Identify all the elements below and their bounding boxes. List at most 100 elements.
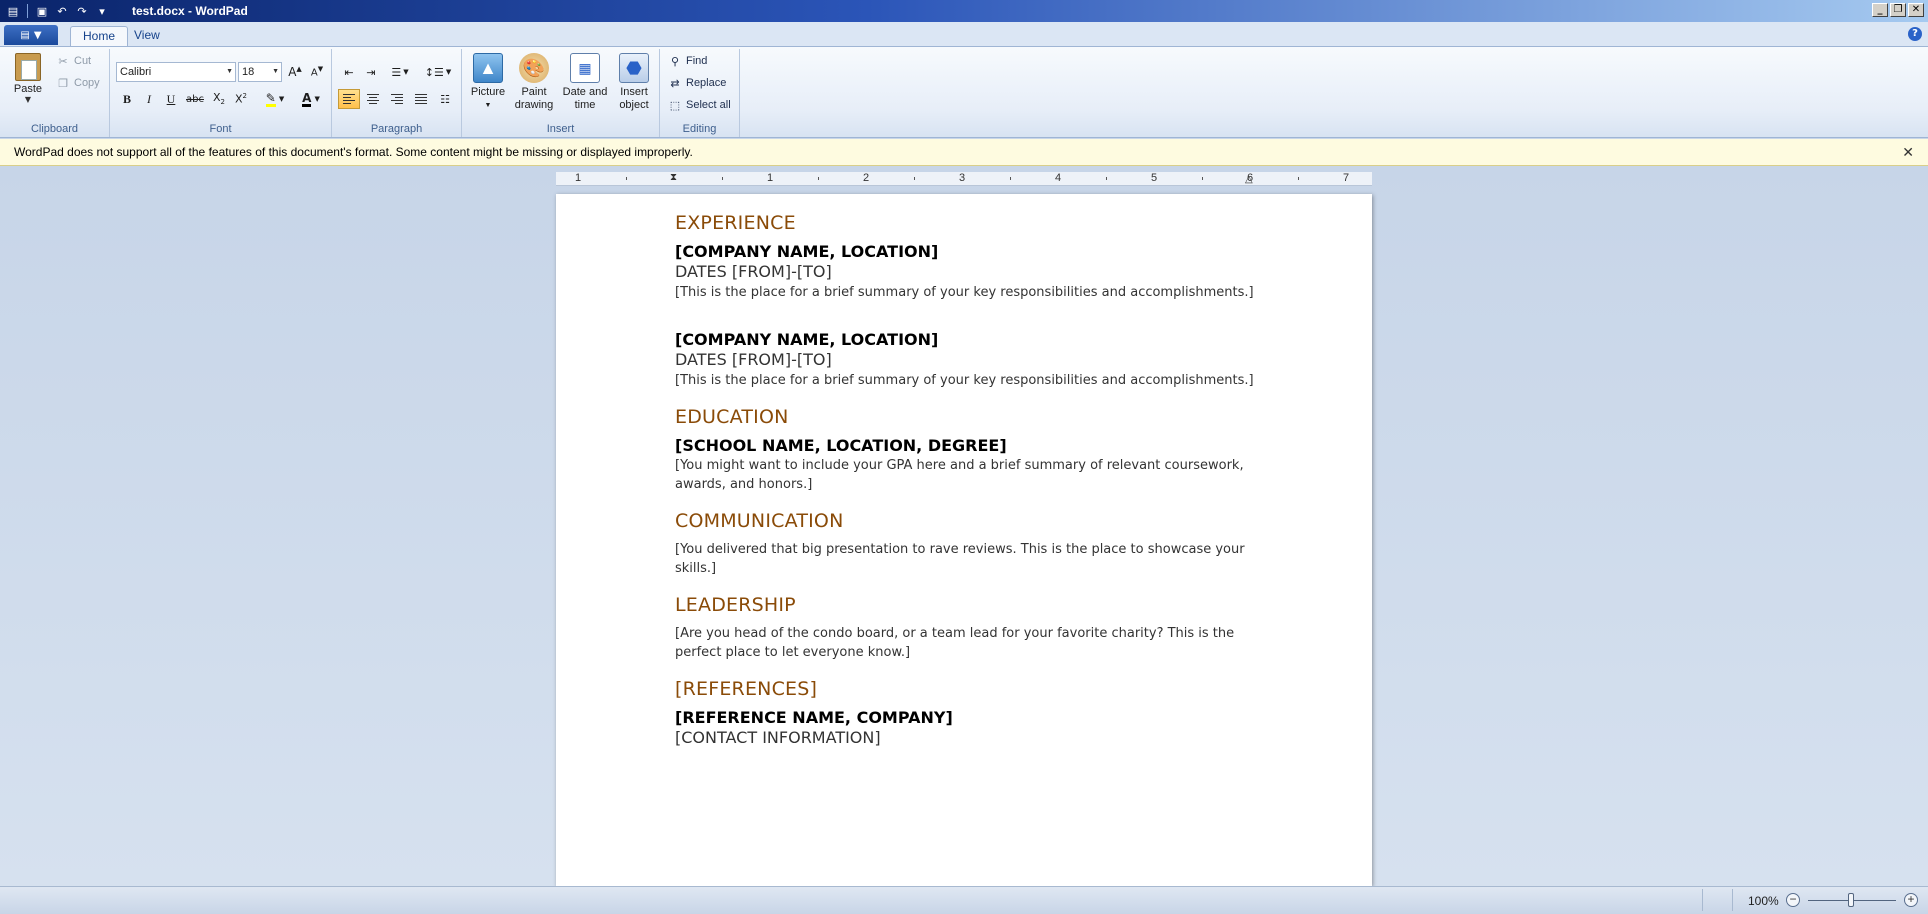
replace-button[interactable]: ⇄ Replace (668, 77, 727, 90)
close-icon[interactable]: ✕ (1902, 139, 1914, 166)
bullets-button[interactable]: ☰ ▼ (384, 62, 416, 82)
close-button[interactable]: ✕ (1908, 3, 1924, 17)
increase-indent-button[interactable]: ⇥ (360, 62, 382, 82)
job1-summary: [This is the place for a brief summary o… (675, 285, 1254, 300)
italic-icon: I (147, 91, 151, 106)
decrease-indent-button[interactable]: ⇤ (338, 62, 360, 82)
font-size-select[interactable]: 18 ▼ (238, 62, 282, 82)
title-bar: ▤ ▣ ↶ ↷ ▾ test.docx - WordPad _ ❐ ✕ (0, 0, 1928, 22)
align-left-icon (343, 94, 355, 104)
copy-button[interactable]: ❐ Copy (56, 77, 100, 90)
cut-label: Cut (74, 55, 92, 67)
bold-button[interactable]: B (116, 89, 138, 109)
job2-summary: [This is the place for a brief summary o… (675, 373, 1254, 388)
job2-dates: DATES [FROM]-[TO] (675, 350, 832, 369)
subscript-icon: X2 (212, 91, 225, 107)
ruler[interactable]: 1 1 2 3 4 5 6 7 ⧗ △ (556, 172, 1372, 186)
date-time-button[interactable]: ▦ Date and time (560, 53, 610, 112)
select-all-label: Select all (686, 99, 731, 111)
picture-button[interactable]: ▲ Picture ▼ (470, 53, 506, 112)
text-color-icon: A (302, 90, 312, 107)
document-content[interactable]: EXPERIENCE [COMPANY NAME, LOCATION] DATE… (675, 212, 1275, 749)
paragraph-icon: ☷ (440, 92, 450, 106)
cut-button[interactable]: ✂ Cut (56, 55, 92, 68)
ruler-number: 5 (1150, 172, 1158, 184)
replace-label: Replace (686, 77, 727, 89)
job1-title: [COMPANY NAME, LOCATION] (675, 242, 939, 261)
redo-icon[interactable]: ↷ (73, 3, 91, 19)
grow-font-button[interactable]: A▲ (284, 62, 306, 82)
experience-heading: EXPERIENCE (675, 212, 796, 234)
subscript-button[interactable]: X2 (208, 89, 230, 109)
job2-title: [COMPANY NAME, LOCATION] (675, 330, 939, 349)
paragraph-group: ⇤ ⇥ ☰ ▼ ↕☰ ▼ ☷ Paragraph (332, 49, 462, 137)
copy-label: Copy (74, 77, 100, 89)
ruler-tick (626, 177, 627, 180)
highlighter-icon: ✎ (265, 90, 276, 107)
tab-view[interactable]: View (122, 26, 172, 46)
text-color-button[interactable]: A ▼ (294, 89, 328, 109)
italic-button[interactable]: I (138, 89, 160, 109)
ruler-tick (1010, 177, 1011, 180)
align-center-button[interactable] (362, 89, 384, 109)
ruler-tick (1298, 177, 1299, 180)
ribbon-tabs: ▤ ▼ Home View ? (0, 22, 1928, 46)
shrink-font-button[interactable]: A▼ (306, 62, 328, 82)
font-family-select[interactable]: Calibri ▼ (116, 62, 236, 82)
superscript-icon: X2 (234, 92, 247, 106)
references-heading: [REFERENCES] (675, 678, 818, 700)
paste-button[interactable]: Paste ▼ (10, 53, 46, 104)
zoom-in-icon[interactable]: + (1904, 893, 1918, 907)
select-all-icon: ⬚ (669, 99, 681, 112)
undo-icon[interactable]: ↶ (53, 3, 71, 19)
align-left-button[interactable] (338, 89, 360, 109)
justify-button[interactable] (410, 89, 432, 109)
quick-access-toolbar: ▤ ▣ ↶ ↷ ▾ (4, 3, 111, 19)
find-button[interactable]: ⚲ Find (668, 55, 707, 68)
zoom-slider-thumb[interactable] (1848, 893, 1854, 907)
restore-button[interactable]: ❐ (1890, 3, 1906, 17)
underline-button[interactable]: U (160, 89, 182, 109)
font-size-value: 18 (242, 66, 255, 78)
school-title: [SCHOOL NAME, LOCATION, DEGREE] (675, 436, 1007, 455)
window-controls: _ ❐ ✕ (1872, 3, 1924, 17)
select-all-button[interactable]: ⬚ Select all (668, 99, 731, 112)
help-icon[interactable]: ? (1908, 27, 1922, 41)
editing-group: ⚲ Find ⇄ Replace ⬚ Select all Editing (660, 49, 740, 137)
minimize-button[interactable]: _ (1872, 3, 1888, 17)
align-right-button[interactable] (386, 89, 408, 109)
insert-group: ▲ Picture ▼ 🎨 Paint drawing ▦ Date and t… (462, 49, 660, 137)
date-label-line1: Date and (562, 86, 608, 98)
zoom-level[interactable]: 100% (1748, 894, 1779, 908)
line-spacing-button[interactable]: ↕☰ ▼ (422, 62, 454, 82)
tab-home[interactable]: Home (70, 26, 129, 46)
chevron-down-icon: ▼ (24, 95, 32, 104)
document-page[interactable]: EXPERIENCE [COMPANY NAME, LOCATION] DATE… (556, 194, 1372, 886)
indent-marker-icon[interactable]: ⧗ (670, 172, 680, 186)
insert-object-button[interactable]: ⬣ Insert object (614, 53, 654, 112)
scissors-icon: ✂ (58, 55, 68, 68)
application-menu-button[interactable]: ▤ ▼ (4, 25, 58, 45)
justify-icon (415, 94, 427, 104)
superscript-button[interactable]: X2 (230, 89, 252, 109)
save-icon[interactable]: ▣ (33, 3, 51, 19)
ruler-tick (722, 177, 723, 180)
qat-separator (27, 4, 28, 18)
paragraph-settings-button[interactable]: ☷ (434, 89, 456, 109)
increase-indent-icon: ⇥ (366, 65, 376, 79)
zoom-out-icon[interactable]: − (1786, 893, 1800, 907)
job1-dates: DATES [FROM]-[TO] (675, 262, 832, 281)
strikethrough-button[interactable]: abc (184, 89, 206, 109)
paint-drawing-button[interactable]: 🎨 Paint drawing (512, 53, 556, 112)
chevron-down-icon: ▼ (484, 102, 492, 109)
right-indent-marker-icon[interactable]: △ (1245, 174, 1255, 188)
app-icon[interactable]: ▤ (4, 3, 22, 19)
communication-line2: skills.] (675, 561, 717, 576)
ribbon: Paste ▼ ✂ Cut ❐ Copy Clipboard Calibri ▼… (0, 46, 1928, 138)
chevron-down-icon: ▼ (272, 68, 279, 75)
customize-qat-icon[interactable]: ▾ (93, 3, 111, 19)
highlight-color-button[interactable]: ✎ ▼ (258, 89, 292, 109)
grow-font-icon: A▲ (288, 65, 302, 79)
